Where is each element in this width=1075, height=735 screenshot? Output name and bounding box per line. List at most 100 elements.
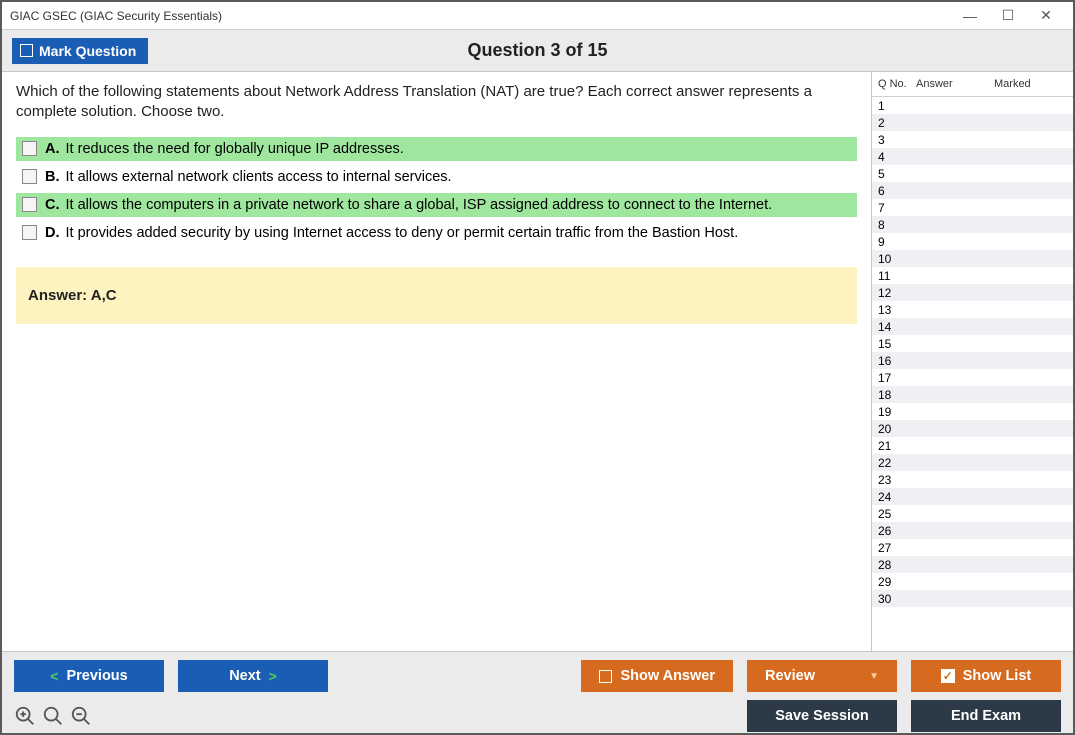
question-row-30[interactable]: 30 [872,590,1073,607]
previous-button[interactable]: < Previous [14,660,164,692]
question-row-20[interactable]: 20 [872,420,1073,437]
question-row-17[interactable]: 17 [872,369,1073,386]
question-row-1[interactable]: 1 [872,97,1073,114]
previous-label: Previous [66,668,127,684]
question-row-23[interactable]: 23 [872,471,1073,488]
choice-b[interactable]: B. It allows external network clients ac… [16,165,857,189]
app-window: GIAC GSEC (GIAC Security Essentials) — ☐… [0,0,1075,735]
row-qno: 14 [878,320,916,334]
row-qno: 3 [878,133,916,147]
question-row-18[interactable]: 18 [872,386,1073,403]
row-qno: 22 [878,456,916,470]
zoom-in-icon[interactable] [14,705,36,727]
footer-row-1: < Previous Next > Show Answer Review ▼ S… [14,660,1061,692]
choice-d[interactable]: D. It provides added security by using I… [16,221,857,245]
question-row-14[interactable]: 14 [872,318,1073,335]
question-row-10[interactable]: 10 [872,250,1073,267]
sidebar-header: Q No. Answer Marked [872,72,1073,97]
minimize-button[interactable]: — [951,4,989,28]
close-button[interactable]: ✕ [1027,4,1065,28]
row-qno: 26 [878,524,916,538]
footer: < Previous Next > Show Answer Review ▼ S… [2,651,1073,733]
question-row-13[interactable]: 13 [872,301,1073,318]
zoom-reset-icon[interactable] [42,705,64,727]
row-qno: 27 [878,541,916,555]
next-label: Next [229,668,260,684]
question-row-2[interactable]: 2 [872,114,1073,131]
next-button[interactable]: Next > [178,660,328,692]
row-qno: 30 [878,592,916,606]
choice-checkbox[interactable] [22,169,37,184]
question-row-6[interactable]: 6 [872,182,1073,199]
question-row-8[interactable]: 8 [872,216,1073,233]
question-row-16[interactable]: 16 [872,352,1073,369]
question-row-7[interactable]: 7 [872,199,1073,216]
mark-question-label: Mark Question [39,43,136,59]
choice-checkbox[interactable] [22,225,37,240]
sidebar-list[interactable]: 1234567891011121314151617181920212223242… [872,97,1073,651]
save-session-label: Save Session [775,708,869,724]
question-row-3[interactable]: 3 [872,131,1073,148]
row-qno: 13 [878,303,916,317]
chevron-left-icon: < [50,668,58,684]
sidebar-body: 1234567891011121314151617181920212223242… [872,97,1073,651]
row-qno: 28 [878,558,916,572]
row-qno: 8 [878,218,916,232]
question-row-21[interactable]: 21 [872,437,1073,454]
row-qno: 4 [878,150,916,164]
question-row-9[interactable]: 9 [872,233,1073,250]
header-marked: Marked [994,78,1069,90]
end-exam-button[interactable]: End Exam [911,700,1061,732]
zoom-out-icon[interactable] [70,705,92,727]
header-qno: Q No. [878,78,916,90]
question-row-22[interactable]: 22 [872,454,1073,471]
maximize-button[interactable]: ☐ [989,4,1027,28]
question-row-24[interactable]: 24 [872,488,1073,505]
choices-list: A. It reduces the need for globally uniq… [16,137,857,249]
show-list-label: Show List [963,668,1031,684]
header-answer: Answer [916,78,994,90]
row-qno: 29 [878,575,916,589]
question-row-26[interactable]: 26 [872,522,1073,539]
question-row-5[interactable]: 5 [872,165,1073,182]
row-qno: 25 [878,507,916,521]
choice-c[interactable]: C. It allows the computers in a private … [16,193,857,217]
choice-checkbox[interactable] [22,197,37,212]
question-row-11[interactable]: 11 [872,267,1073,284]
topbar: Mark Question Question 3 of 15 [2,30,1073,72]
window-title: GIAC GSEC (GIAC Security Essentials) [10,9,951,23]
footer-row-2: Save Session End Exam [14,700,1061,732]
question-row-27[interactable]: 27 [872,539,1073,556]
question-text: Which of the following statements about … [16,82,857,123]
show-list-button[interactable]: Show List [911,660,1061,692]
question-row-29[interactable]: 29 [872,573,1073,590]
chevron-right-icon: > [269,668,277,684]
question-row-12[interactable]: 12 [872,284,1073,301]
question-row-4[interactable]: 4 [872,148,1073,165]
choice-letter: A. [45,141,60,157]
checked-icon [941,669,955,683]
show-answer-button[interactable]: Show Answer [581,660,733,692]
mark-question-button[interactable]: Mark Question [12,38,148,64]
row-qno: 15 [878,337,916,351]
row-qno: 18 [878,388,916,402]
question-row-19[interactable]: 19 [872,403,1073,420]
row-qno: 9 [878,235,916,249]
choice-text: B. It allows external network clients ac… [45,169,452,185]
question-row-15[interactable]: 15 [872,335,1073,352]
row-qno: 20 [878,422,916,436]
row-qno: 6 [878,184,916,198]
row-qno: 12 [878,286,916,300]
question-row-25[interactable]: 25 [872,505,1073,522]
end-exam-label: End Exam [951,708,1021,724]
row-qno: 24 [878,490,916,504]
question-counter: Question 3 of 15 [467,40,607,61]
question-row-28[interactable]: 28 [872,556,1073,573]
choice-checkbox[interactable] [22,141,37,156]
main-panel: Which of the following statements about … [2,72,871,651]
review-button[interactable]: Review ▼ [747,660,897,692]
row-qno: 23 [878,473,916,487]
choice-a[interactable]: A. It reduces the need for globally uniq… [16,137,857,161]
save-session-button[interactable]: Save Session [747,700,897,732]
choice-letter: C. [45,197,60,213]
